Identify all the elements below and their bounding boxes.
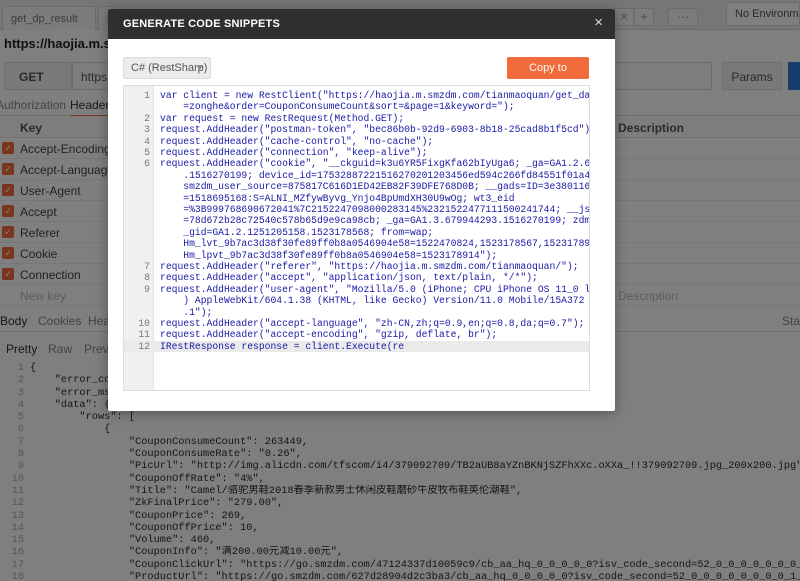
code-line: 10 request.AddHeader("accept-language", "… [124, 318, 589, 329]
code-line: 9 request.AddHeader("user-agent", "Mozill… [124, 283, 590, 318]
code-line-number: 9 [144, 283, 150, 295]
code-line-number: 8 [144, 272, 150, 284]
code-line-number: 3 [144, 124, 150, 136]
code-line: 11 request.AddHeader("accept-encoding", "… [124, 329, 589, 341]
code-line: 5 request.AddHeader("connection", "keep-a… [124, 147, 589, 158]
modal-title: GENERATE CODE SNIPPETS [123, 18, 280, 30]
code-line: 4 request.AddHeader("cache-control", "no-… [124, 135, 589, 147]
code-line-number: 10 [138, 318, 150, 329]
code-visual-line: =zonghe&order=CouponConsumeCount&sort=&p… [160, 101, 515, 113]
code-line-text: request.AddHeader("connection", "keep-al… [160, 147, 585, 158]
chevron-down-icon: ▼ [195, 63, 204, 73]
code-visual-line: Hm_lpvt_9b7ac3d38f30fe89ff0b8a0546904e58… [160, 249, 498, 261]
code-visual-line: .1516270199; device_id=17532887221516270… [183, 169, 590, 181]
code-visual-line: request.AddHeader("user-agent", "Mozilla… [160, 283, 590, 295]
generate-code-modal: GENERATE CODE SNIPPETS × C# (RestSharp) … [108, 9, 615, 411]
code-visual-line: var request = new RestRequest(Method.GET… [160, 112, 405, 124]
code-line-text: request.AddHeader("accept", "application… [160, 272, 585, 283]
code-line-text: var client = new RestClient("https://hao… [160, 90, 590, 113]
code-line-text: request.AddHeader("cookie", "__ckguid=k3… [160, 158, 590, 261]
code-visual-line: _gid=GA1.2.1251205158.1523178568; from=w… [160, 226, 434, 238]
code-visual-line: request.AddHeader("accept-encoding", "gz… [160, 329, 498, 341]
code-line-text: request.AddHeader("user-agent", "Mozilla… [160, 283, 590, 318]
close-icon[interactable]: × [594, 14, 603, 32]
code-line-number: 1 [144, 90, 150, 101]
code-visual-line: var client = new RestClient("https://hao… [160, 90, 590, 101]
code-line-number: 11 [138, 329, 150, 341]
code-line: 3 request.AddHeader("postman-token", "bec… [124, 124, 590, 136]
code-visual-line: IRestResponse response = client.Execute(… [160, 340, 405, 352]
code-line: 7 request.AddHeader("referer", "https://h… [124, 261, 589, 272]
code-line: 12 IRestResponse response = client.Execut… [124, 340, 589, 353]
code-visual-line: request.AddHeader("cookie", "__ckguid=k3… [160, 158, 590, 170]
code-line-text: request.AddHeader("referer", "https://ha… [160, 261, 585, 272]
code-line: 1 var client = new RestClient("https://ha… [124, 90, 590, 113]
code-line-text: IRestResponse response = client.Execute(… [160, 341, 585, 352]
code-line-text: request.AddHeader("accept-encoding", "gz… [160, 329, 585, 340]
code-visual-line: ) AppleWebKit/604.1.38 (KHTML, like Geck… [183, 295, 585, 307]
code-line: 8 request.AddHeader("accept", "applicatio… [124, 272, 589, 284]
code-visual-line: request.AddHeader("connection", "keep-al… [160, 147, 428, 158]
code-visual-line: request.AddHeader("cache-control", "no-c… [160, 135, 434, 147]
code-snippet-editor[interactable]: 1 var client = new RestClient("https://ha… [123, 85, 590, 391]
code-line: 6 request.AddHeader("cookie", "__ckguid=k… [124, 158, 590, 261]
code-line-text: request.AddHeader("postman-token", "bec8… [160, 124, 590, 136]
code-visual-line: smzdm_user_source=875817C616D1ED42EB82F3… [183, 181, 590, 193]
code-visual-line: Hm_lvt_9b7ac3d38f30fe89ff0b8a0546904e58=… [160, 238, 590, 250]
code-line-number: 6 [144, 158, 150, 170]
language-select[interactable]: C# (RestSharp) ▼ [123, 57, 211, 79]
code-visual-line: =%3B999768690672041%7C215224709800028314… [160, 204, 590, 216]
code-visual-line: request.AddHeader("referer", "https://ha… [160, 261, 579, 272]
code-visual-line: .1"); [160, 306, 213, 318]
code-visual-line: request.AddHeader("accept-language", "zh… [160, 318, 585, 329]
code-line-number: 2 [144, 112, 150, 124]
code-visual-line: request.AddHeader("postman-token", "bec8… [160, 124, 590, 136]
code-line-text: request.AddHeader("cache-control", "no-c… [160, 136, 585, 147]
modal-header: GENERATE CODE SNIPPETS × [108, 9, 615, 39]
code-visual-line: request.AddHeader("accept", "application… [160, 272, 538, 284]
code-visual-line: =78d672b28c72540c578b65d9e9ca98cb; _ga=G… [183, 215, 590, 227]
copy-to-clipboard-button[interactable]: Copy to Clipboard [507, 57, 589, 96]
code-line-text: var request = new RestRequest(Method.GET… [160, 113, 585, 124]
code-line-number: 7 [144, 261, 150, 272]
code-line-text: request.AddHeader("accept-language", "zh… [160, 318, 585, 329]
code-line-number: 5 [144, 147, 150, 158]
code-line: 2 var request = new RestRequest(Method.GE… [124, 112, 589, 124]
code-line-number: 12 [138, 340, 150, 352]
code-line-number: 4 [144, 135, 150, 147]
code-visual-line: =1518695168:S=ALNI_MZfywByvg_Ynjo4BpUmdX… [160, 192, 515, 204]
